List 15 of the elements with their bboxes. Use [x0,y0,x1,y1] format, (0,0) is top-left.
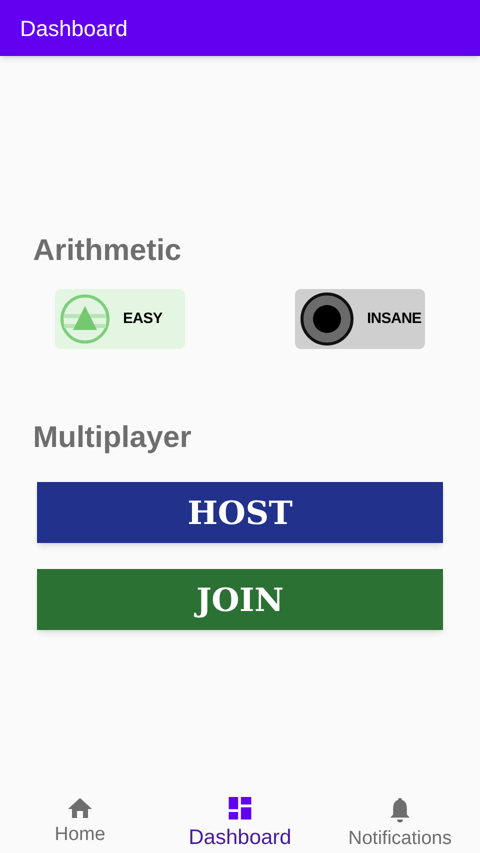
app-bar-title: Dashboard [20,14,128,42]
multiplayer-button[interactable]: HOST [37,482,443,543]
insane-mode-button[interactable]: INSANE [295,289,425,349]
nav-tab[interactable]: Dashboard [160,791,320,853]
easy-mode-button[interactable]: EASY [55,289,185,349]
nav-tab[interactable]: Home [0,791,160,853]
dashboard-icon [228,797,252,820]
pyramid-icon [59,293,111,345]
home-icon [67,797,93,819]
multiplayer-button[interactable]: JOIN [37,569,443,630]
dial-icon [299,291,355,347]
bell-icon [389,797,411,822]
section-heading: Multiplayer [33,420,192,456]
section-heading: Arithmetic [33,233,182,269]
nav-tab[interactable]: Notifications [320,791,480,853]
